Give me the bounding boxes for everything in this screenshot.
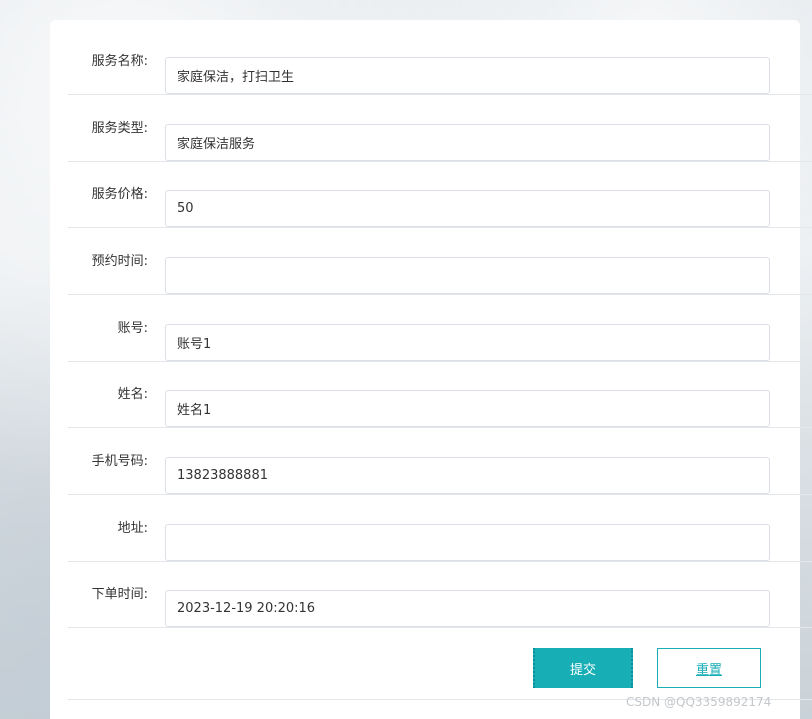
form-row-order-time: 下单时间: <box>68 562 812 628</box>
submit-button[interactable]: 提交 <box>533 648 633 688</box>
form-row-service-price: 服务价格: <box>68 162 812 228</box>
name-input[interactable] <box>165 390 770 427</box>
service-price-label: 服务价格: <box>91 187 148 202</box>
form-row-service-name: 服务名称: <box>68 29 812 95</box>
phone-input[interactable] <box>165 457 770 494</box>
service-price-input[interactable] <box>165 190 770 227</box>
service-name-label: 服务名称: <box>91 54 148 69</box>
form-row-name: 姓名: <box>68 362 812 428</box>
form-row-phone: 手机号码: <box>68 429 812 495</box>
service-name-input[interactable] <box>165 57 770 94</box>
account-label: 账号: <box>117 321 148 336</box>
form-row-appointment-time: 预约时间: <box>68 229 812 295</box>
form-row-address: 地址: <box>68 496 812 562</box>
form-row-service-type: 服务类型: <box>68 96 812 162</box>
watermark-text: CSDN @QQ3359892174 <box>626 695 772 709</box>
order-time-label: 下单时间: <box>91 587 148 602</box>
account-input[interactable] <box>165 324 770 361</box>
reset-button[interactable]: 重置 <box>657 648 761 688</box>
appointment-time-input[interactable] <box>165 257 770 294</box>
service-type-input[interactable] <box>165 124 770 161</box>
address-label: 地址: <box>117 521 148 536</box>
order-time-input[interactable] <box>165 590 770 627</box>
address-input[interactable] <box>165 524 770 561</box>
service-type-label: 服务类型: <box>91 121 148 136</box>
form-panel: 服务名称: 服务类型: 服务价格: 预约时间: 账号: 姓名: 手机号码: 地址… <box>50 20 812 719</box>
phone-label: 手机号码: <box>91 454 148 469</box>
appointment-time-label: 预约时间: <box>91 254 148 269</box>
form-row-account: 账号: <box>68 296 812 362</box>
name-label: 姓名: <box>117 387 148 402</box>
